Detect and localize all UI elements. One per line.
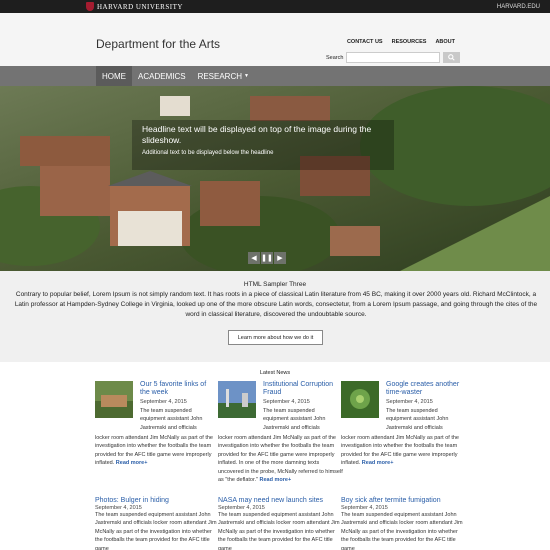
read-more-link[interactable]: Read more+	[260, 477, 292, 483]
read-more-link[interactable]: Read more+	[116, 460, 148, 466]
nav-label-research: RESEARCH	[197, 71, 243, 81]
utility-nav: CONTACT US RESOURCES ABOUT	[347, 39, 455, 45]
site-title[interactable]: Department for the Arts	[96, 37, 220, 51]
news-item: Photos: Bulger in hiding September 4, 20…	[95, 497, 220, 550]
news-date: September 4, 2015	[140, 399, 187, 405]
about-link[interactable]: ABOUT	[435, 39, 455, 45]
news-excerpt-continued: locker room attendant Jim McNally as par…	[341, 434, 466, 468]
slide-caption: Headline text will be displayed on top o…	[132, 120, 394, 170]
search-button[interactable]	[443, 52, 461, 63]
search-label: Search	[326, 54, 344, 61]
hero-slideshow[interactable]: Headline text will be displayed on top o…	[0, 86, 550, 271]
university-bar: HARVARD UNIVERSITY HARVARD.EDU	[0, 0, 550, 13]
latest-news: Latest News Our 5 favorite links of the …	[0, 362, 550, 550]
news-excerpt: The team suspended equipment assistant J…	[218, 512, 340, 550]
pause-slide-icon[interactable]: ❚❚	[261, 252, 273, 264]
slide-controls: ◀ ❚❚ ▶	[248, 252, 286, 264]
news-excerpt: The team suspended equipment assistant J…	[263, 408, 326, 431]
news-excerpt-text: locker room attendant Jim McNally as par…	[218, 435, 343, 484]
nav-item-academics[interactable]: ACADEMICS	[132, 66, 192, 86]
news-excerpt-text: locker room attendant Jim McNally as par…	[341, 435, 459, 467]
news-title[interactable]: Google creates another time-waster	[386, 381, 461, 397]
news-title[interactable]: Our 5 favorite links of the week	[140, 381, 215, 397]
harvard-logo[interactable]: HARVARD UNIVERSITY	[86, 2, 183, 11]
nav-item-research[interactable]: RESEARCH ▼	[192, 66, 255, 86]
contact-us-link[interactable]: CONTACT US	[347, 39, 383, 45]
brand-text: HARVARD UNIVERSITY	[97, 2, 183, 11]
resources-link[interactable]: RESOURCES	[392, 39, 427, 45]
harvard-edu-link[interactable]: HARVARD.EDU	[497, 4, 540, 10]
search-input[interactable]	[346, 52, 441, 63]
news-date: September 4, 2015	[386, 399, 433, 405]
read-more-link[interactable]: Read more+	[362, 460, 394, 466]
news-thumbnail[interactable]	[341, 381, 379, 418]
slide-headline: Headline text will be displayed on top o…	[142, 124, 372, 145]
news-thumbnail[interactable]	[218, 381, 256, 418]
section-body: Contrary to popular belief, Lorem Ipsum …	[14, 291, 538, 318]
slide-subtext: Additional text to be displayed below th…	[142, 150, 274, 156]
news-excerpt-continued: locker room attendant Jim McNally as par…	[218, 434, 343, 484]
news-item: NASA may need new launch sites September…	[218, 497, 343, 550]
news-title[interactable]: Institutional Corruption Fraud	[263, 381, 338, 397]
news-excerpt: The team suspended equipment assistant J…	[140, 408, 203, 431]
nav-item-home[interactable]: HOME	[96, 66, 132, 86]
news-thumbnail[interactable]	[95, 381, 133, 418]
nav-label-academics: ACADEMICS	[138, 71, 186, 81]
intro-section: HTML Sampler Three Contrary to popular b…	[0, 271, 550, 362]
prev-slide-icon[interactable]: ◀	[248, 252, 260, 264]
site-header: Department for the Arts CONTACT US RESOU…	[0, 13, 550, 66]
next-slide-icon[interactable]: ▶	[274, 252, 286, 264]
news-excerpt-text: locker room attendant Jim McNally as par…	[95, 435, 213, 467]
news-item: Boy sick after termite fumigation Septem…	[341, 497, 466, 550]
news-excerpt: The team suspended equipment assistant J…	[95, 512, 217, 550]
main-nav: HOME ACADEMICS RESEARCH ▼	[0, 66, 550, 86]
news-heading: Latest News	[259, 370, 291, 376]
news-date: September 4, 2015	[263, 399, 310, 405]
search-form: Search	[326, 52, 461, 63]
news-excerpt-continued: locker room attendant Jim McNally as par…	[95, 434, 220, 468]
news-excerpt: The team suspended equipment assistant J…	[341, 512, 463, 550]
search-icon	[448, 54, 456, 61]
news-title[interactable]: NASA may need new launch sites	[218, 497, 343, 504]
section-title: HTML Sampler Three	[243, 281, 307, 288]
nav-label-home: HOME	[102, 71, 126, 81]
learn-more-button[interactable]: Learn more about how we do it	[228, 330, 323, 345]
news-excerpt: The team suspended equipment assistant J…	[386, 408, 449, 431]
news-title[interactable]: Photos: Bulger in hiding	[95, 497, 220, 504]
shield-icon	[86, 2, 94, 11]
caret-down-icon: ▼	[244, 73, 249, 79]
news-title[interactable]: Boy sick after termite fumigation	[341, 497, 466, 504]
campus-aerial-image	[0, 86, 550, 271]
